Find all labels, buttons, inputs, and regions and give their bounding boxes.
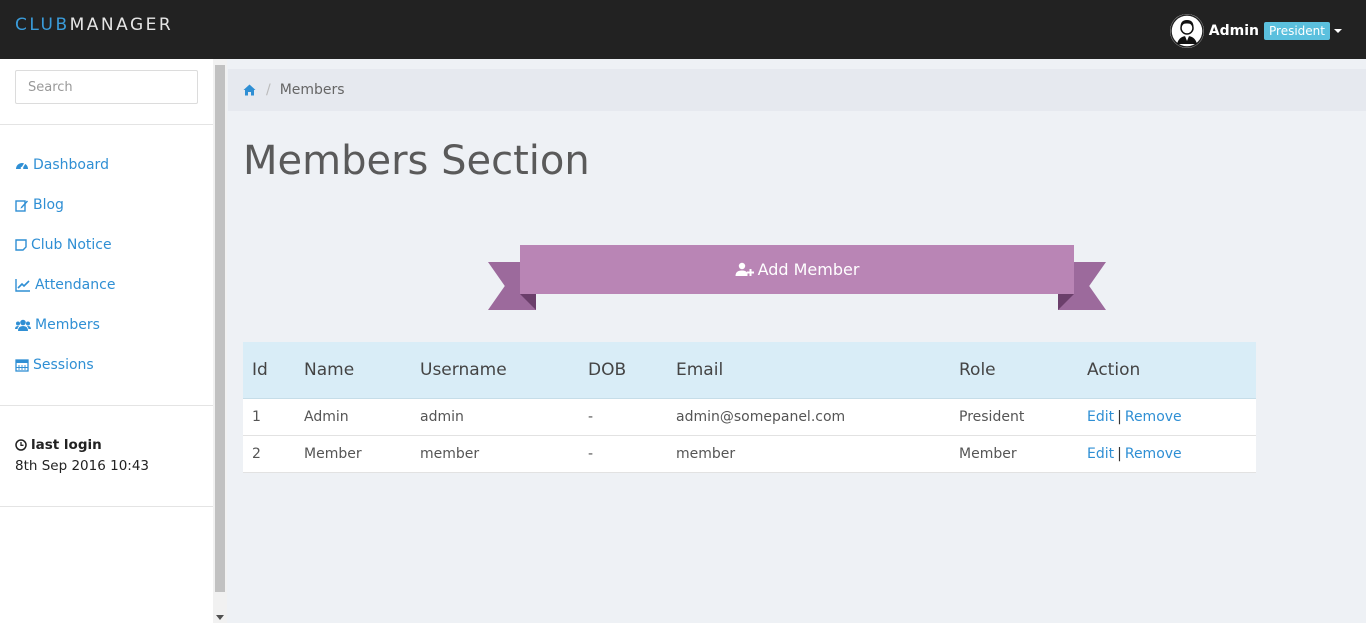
last-login-label: last login xyxy=(31,437,102,453)
cell-action: Edit | Remove xyxy=(1078,435,1256,473)
user-menu[interactable]: Admin President xyxy=(1169,14,1342,48)
column-header-role: Role xyxy=(950,342,1078,399)
cell-username: admin xyxy=(411,398,579,436)
dashboard-icon xyxy=(16,162,28,170)
sidebar-item-label: Sessions xyxy=(33,357,94,373)
last-login-time: 8th Sep 2016 10:43 xyxy=(15,458,150,474)
breadcrumb: / Members xyxy=(228,69,1366,111)
sidebar-item-blog[interactable]: Blog xyxy=(0,185,213,225)
breadcrumb-current: Members xyxy=(279,82,345,98)
sidebar-search xyxy=(0,59,213,125)
cell-email: admin@somepanel.com xyxy=(667,398,950,436)
cell-dob: - xyxy=(579,398,667,436)
user-name: Admin xyxy=(1208,23,1260,39)
last-login-title: last login xyxy=(15,437,149,453)
cell-email: member xyxy=(667,435,950,473)
breadcrumb-separator: / xyxy=(266,82,271,98)
action-separator: | xyxy=(1117,408,1122,425)
column-header-action: Action xyxy=(1078,342,1256,399)
table-header-row: Id Name Username DOB Email Role Action xyxy=(243,342,1256,399)
calendar-icon xyxy=(15,359,29,372)
sidebar-item-club-notice[interactable]: Club Notice xyxy=(0,225,213,265)
search-input[interactable] xyxy=(15,70,198,104)
cell-id: 2 xyxy=(243,435,295,473)
column-header-id: Id xyxy=(243,342,295,399)
sidebar-divider xyxy=(0,405,213,406)
top-navbar: CLUBMANAGER Admin President xyxy=(0,0,1366,59)
add-member-label: Add Member xyxy=(757,260,860,279)
sidebar-item-members[interactable]: Members xyxy=(0,305,213,345)
cell-role: President xyxy=(950,398,1078,436)
cell-name: Admin xyxy=(295,398,411,436)
sidebar-item-label: Club Notice xyxy=(31,237,112,253)
sidebar-item-label: Members xyxy=(35,317,100,333)
column-header-name: Name xyxy=(295,342,411,399)
members-table: Id Name Username DOB Email Role Action 1… xyxy=(243,342,1256,473)
column-header-dob: DOB xyxy=(579,342,667,399)
sticky-note-icon xyxy=(15,239,27,251)
role-badge: President xyxy=(1264,22,1330,40)
brand-suffix: MANAGER xyxy=(69,15,174,35)
caret-down-icon[interactable] xyxy=(1334,29,1342,33)
scroll-down-arrow-icon[interactable] xyxy=(216,615,224,620)
edit-link[interactable]: Edit xyxy=(1087,409,1114,425)
users-icon xyxy=(15,319,31,331)
remove-link[interactable]: Remove xyxy=(1125,446,1182,462)
column-header-email: Email xyxy=(667,342,950,399)
table-row: 2 Member member - member Member Edit | Rem… xyxy=(243,435,1256,473)
sidebar-divider xyxy=(0,506,213,507)
cell-action: Edit | Remove xyxy=(1078,398,1256,436)
sidebar-nav: Dashboard Blog Club Notice Attendance Me… xyxy=(0,145,213,385)
brand-logo[interactable]: CLUBMANAGER xyxy=(15,15,173,35)
cell-username: member xyxy=(411,435,579,473)
edit-icon xyxy=(15,200,28,212)
sidebar-item-label: Dashboard xyxy=(33,157,109,173)
sidebar-item-sessions[interactable]: Sessions xyxy=(0,345,213,385)
user-avatar-icon xyxy=(1170,14,1204,48)
page-title: Members Section xyxy=(243,138,590,184)
cell-role: Member xyxy=(950,435,1078,473)
last-login: last login 8th Sep 2016 10:43 xyxy=(15,437,149,474)
clock-icon xyxy=(15,439,27,451)
remove-link[interactable]: Remove xyxy=(1125,409,1182,425)
line-chart-icon xyxy=(15,279,30,292)
brand-prefix: CLUB xyxy=(15,15,70,35)
scrollbar-thumb[interactable] xyxy=(215,65,225,592)
column-header-username: Username xyxy=(411,342,579,399)
sidebar-item-attendance[interactable]: Attendance xyxy=(0,265,213,305)
table-row: 1 Admin admin - admin@somepanel.com Pres… xyxy=(243,398,1256,436)
user-plus-icon xyxy=(735,262,754,276)
add-member-button[interactable]: Add Member xyxy=(520,245,1074,294)
edit-link[interactable]: Edit xyxy=(1087,446,1114,462)
action-separator: | xyxy=(1117,445,1122,462)
sidebar-item-dashboard[interactable]: Dashboard xyxy=(0,145,213,185)
home-icon[interactable] xyxy=(243,84,256,96)
cell-id: 1 xyxy=(243,398,295,436)
cell-dob: - xyxy=(579,435,667,473)
avatar xyxy=(1169,14,1204,48)
sidebar-scrollbar[interactable] xyxy=(213,59,227,623)
sidebar: Dashboard Blog Club Notice Attendance Me… xyxy=(0,59,213,623)
sidebar-item-label: Attendance xyxy=(35,277,116,293)
sidebar-item-label: Blog xyxy=(33,197,64,213)
cell-name: Member xyxy=(295,435,411,473)
